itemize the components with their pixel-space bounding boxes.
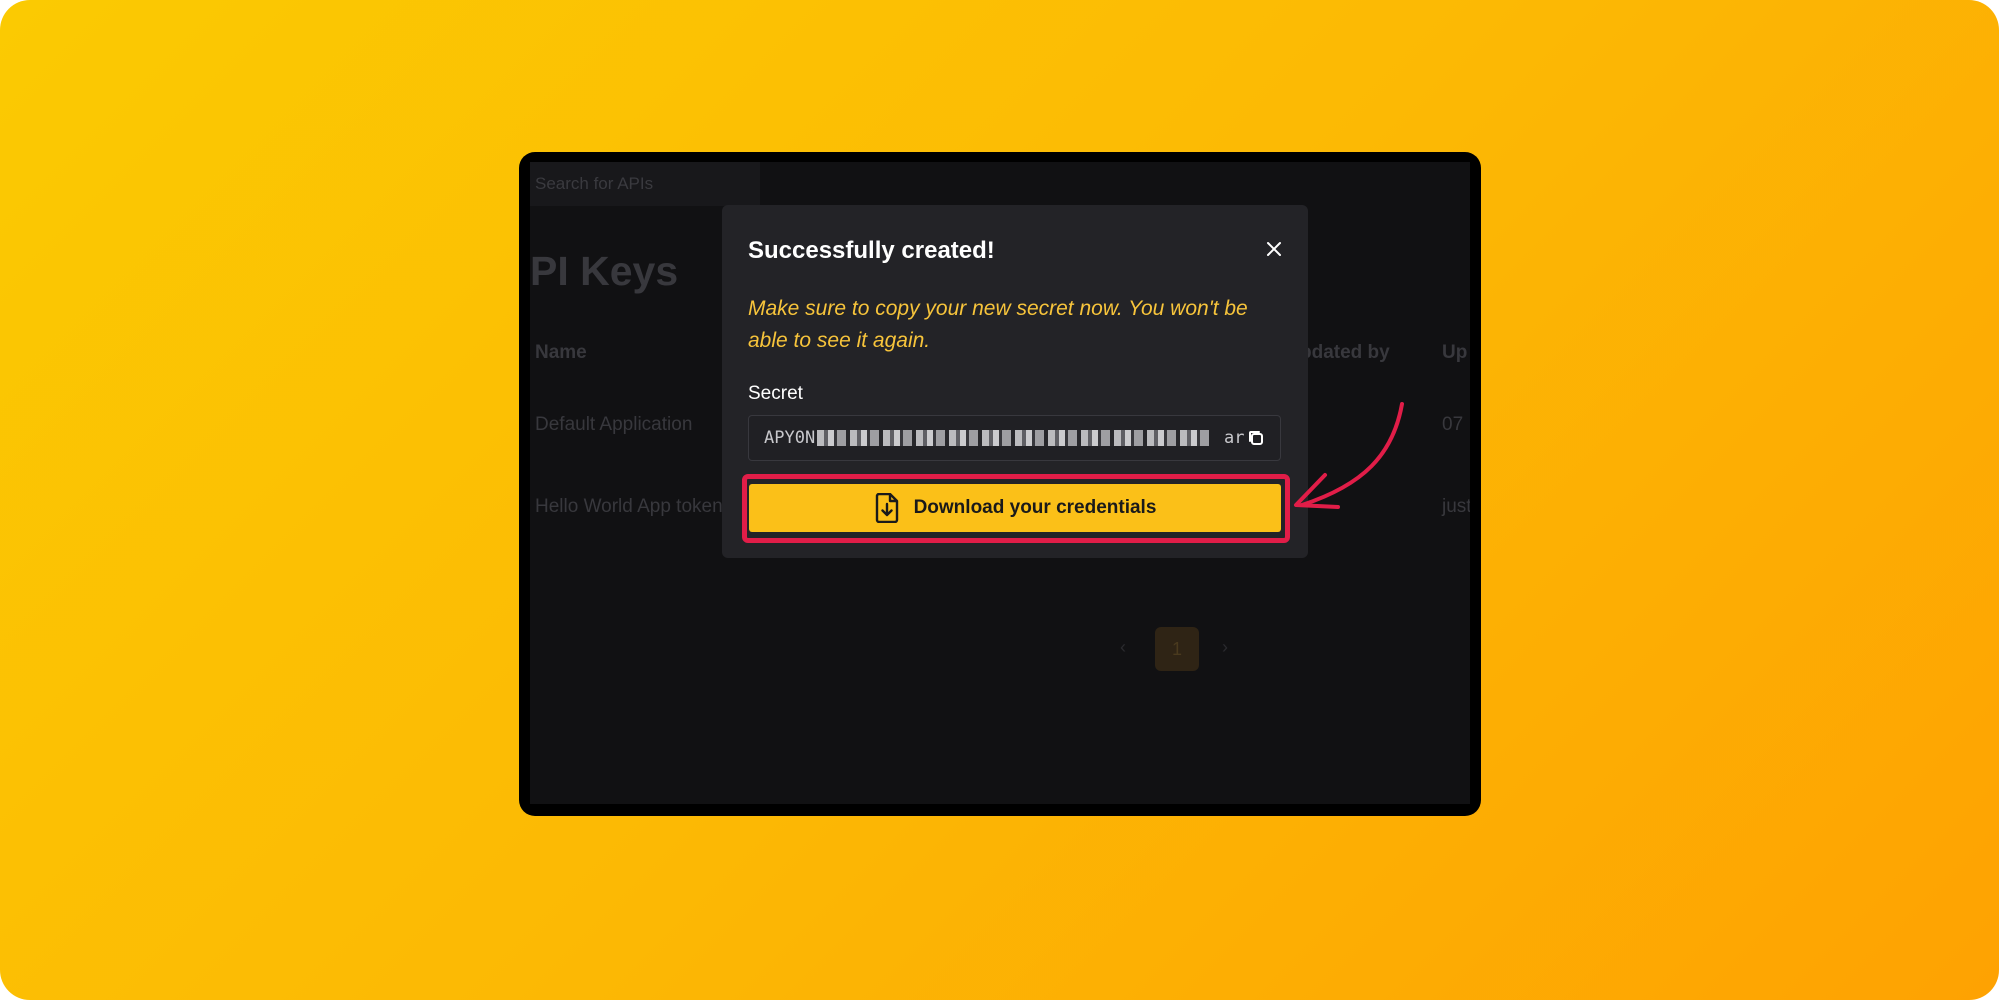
table-row-name[interactable]: Default Application [535, 414, 692, 436]
page-title: PI Keys [530, 248, 679, 294]
download-credentials-button[interactable]: Download your credentials [749, 484, 1281, 532]
copy-icon[interactable] [1246, 428, 1266, 448]
secret-label: Secret [748, 383, 803, 404]
secret-warning-text: Make sure to copy your new secret now. Y… [748, 297, 1248, 352]
secret-redacted-mask [817, 430, 1209, 446]
column-header-name: Name [535, 342, 587, 363]
column-header-updated-by: pdated by [1300, 342, 1390, 363]
secret-value-suffix: ar [1224, 428, 1245, 448]
pagination-current-page[interactable]: 1 [1155, 627, 1199, 671]
file-download-icon [875, 493, 898, 523]
table-row-updated: just [1442, 496, 1470, 517]
table-row-name[interactable]: Hello World App token [535, 496, 723, 518]
search-input[interactable]: Search for APIs [530, 162, 760, 206]
pagination-prev[interactable]: ‹ [1120, 637, 1126, 658]
modal-title: Successfully created! [748, 237, 995, 264]
secret-value-prefix: APY0N [764, 428, 816, 448]
download-button-label: Download your credentials [913, 497, 1157, 518]
close-icon[interactable] [1262, 237, 1286, 261]
table-row-updated: 07 [1442, 414, 1464, 435]
pagination-next[interactable]: › [1222, 637, 1228, 658]
secret-field[interactable]: APY0N ar [748, 415, 1281, 461]
column-header-updated: Up [1442, 342, 1468, 363]
